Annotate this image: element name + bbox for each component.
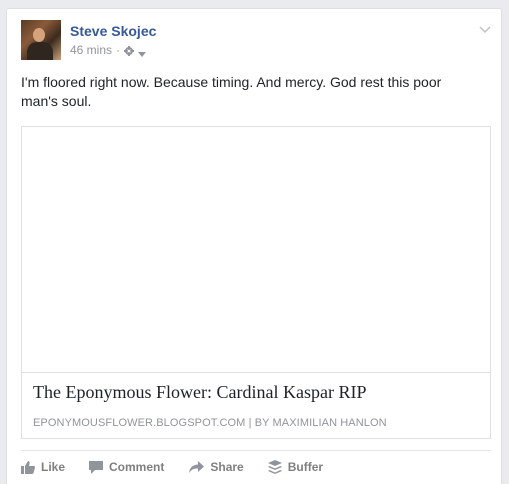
like-button[interactable]: Like	[21, 460, 65, 474]
buffer-label: Buffer	[287, 460, 324, 474]
avatar[interactable]	[21, 20, 61, 60]
action-bar: Like Comment Share Buffer	[21, 457, 347, 477]
avatar-body	[27, 42, 53, 60]
share-label: Share	[210, 460, 244, 474]
comment-icon	[89, 460, 104, 474]
post-meta: 46 mins ·	[70, 43, 147, 57]
link-preview-caption: EPONYMOUSFLOWER.BLOGSPOT.COM | BY MAXIMI…	[33, 417, 387, 429]
action-divider	[21, 450, 491, 451]
like-label: Like	[41, 460, 66, 474]
post-text: I'm floored right now. Because timing. A…	[21, 74, 442, 109]
chevron-down-icon[interactable]	[479, 21, 491, 34]
share-icon	[188, 460, 205, 474]
like-icon	[21, 460, 35, 474]
buffer-icon	[267, 460, 282, 474]
avatar-face	[33, 28, 45, 42]
post-timestamp[interactable]: 46 mins	[70, 43, 112, 57]
gear-icon[interactable]	[124, 45, 135, 56]
post-card: Steve Skojec 46 mins · I'm floored right…	[6, 8, 502, 484]
caret-down-icon[interactable]	[138, 47, 147, 57]
buffer-button[interactable]: Buffer	[267, 460, 324, 474]
comment-button[interactable]: Comment	[89, 460, 164, 474]
meta-separator: ·	[116, 43, 121, 57]
link-preview-image[interactable]	[22, 127, 490, 373]
share-button[interactable]: Share	[188, 460, 244, 474]
comment-label: Comment	[109, 460, 165, 474]
link-preview[interactable]: The Eponymous Flower: Cardinal Kaspar RI…	[21, 126, 491, 439]
author-name[interactable]: Steve Skojec	[70, 23, 156, 39]
link-preview-title[interactable]: The Eponymous Flower: Cardinal Kaspar RI…	[33, 382, 473, 403]
